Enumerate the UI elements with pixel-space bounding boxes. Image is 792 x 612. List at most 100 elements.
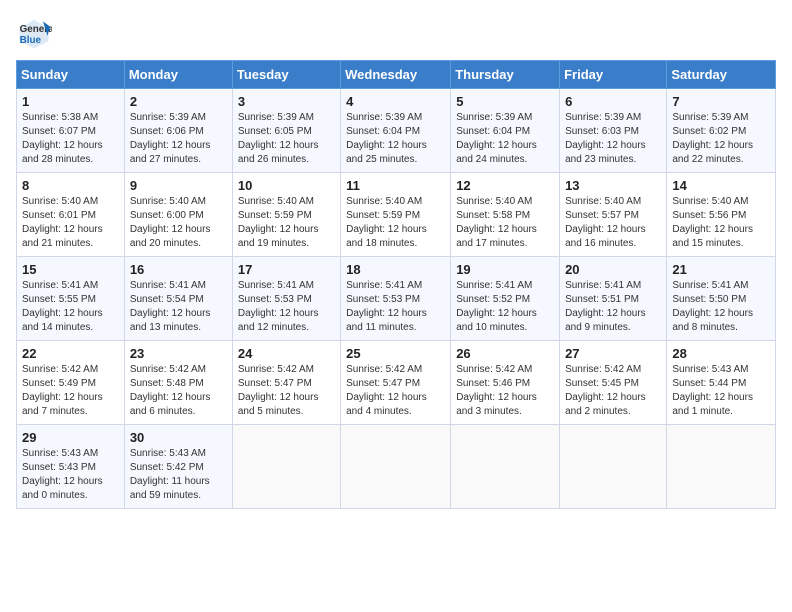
day-number: 11 <box>346 178 445 193</box>
calendar-cell: 2 Sunrise: 5:39 AMSunset: 6:06 PMDaylight… <box>124 89 232 173</box>
day-number: 27 <box>565 346 661 361</box>
day-number: 4 <box>346 94 445 109</box>
day-number: 16 <box>130 262 227 277</box>
day-detail: Sunrise: 5:40 AMSunset: 5:59 PMDaylight:… <box>238 195 335 251</box>
calendar-cell: 9 Sunrise: 5:40 AMSunset: 6:00 PMDaylight… <box>124 173 232 257</box>
calendar-cell: 4 Sunrise: 5:39 AMSunset: 6:04 PMDaylight… <box>341 89 451 173</box>
calendar-week-2: 8 Sunrise: 5:40 AMSunset: 6:01 PMDaylight… <box>17 173 776 257</box>
day-detail: Sunrise: 5:41 AMSunset: 5:55 PMDaylight:… <box>22 279 119 335</box>
calendar-cell: 22 Sunrise: 5:42 AMSunset: 5:49 PMDayligh… <box>17 341 125 425</box>
calendar-cell: 8 Sunrise: 5:40 AMSunset: 6:01 PMDaylight… <box>17 173 125 257</box>
calendar-cell <box>341 425 451 509</box>
day-detail: Sunrise: 5:39 AMSunset: 6:04 PMDaylight:… <box>346 111 445 167</box>
weekday-header-tuesday: Tuesday <box>232 61 340 89</box>
day-number: 19 <box>456 262 554 277</box>
weekday-header-saturday: Saturday <box>667 61 776 89</box>
day-number: 3 <box>238 94 335 109</box>
weekday-header-sunday: Sunday <box>17 61 125 89</box>
svg-text:Blue: Blue <box>20 35 42 46</box>
calendar-header: SundayMondayTuesdayWednesdayThursdayFrid… <box>17 61 776 89</box>
calendar-table: SundayMondayTuesdayWednesdayThursdayFrid… <box>16 60 776 509</box>
calendar-cell: 28 Sunrise: 5:43 AMSunset: 5:44 PMDayligh… <box>667 341 776 425</box>
day-number: 8 <box>22 178 119 193</box>
calendar-cell <box>560 425 667 509</box>
day-detail: Sunrise: 5:42 AMSunset: 5:46 PMDaylight:… <box>456 363 554 419</box>
day-detail: Sunrise: 5:43 AMSunset: 5:44 PMDaylight:… <box>672 363 770 419</box>
day-number: 15 <box>22 262 119 277</box>
day-detail: Sunrise: 5:42 AMSunset: 5:47 PMDaylight:… <box>346 363 445 419</box>
day-number: 21 <box>672 262 770 277</box>
weekday-header-wednesday: Wednesday <box>341 61 451 89</box>
calendar-cell <box>232 425 340 509</box>
day-number: 22 <box>22 346 119 361</box>
day-detail: Sunrise: 5:42 AMSunset: 5:49 PMDaylight:… <box>22 363 119 419</box>
day-number: 25 <box>346 346 445 361</box>
calendar-cell: 15 Sunrise: 5:41 AMSunset: 5:55 PMDayligh… <box>17 257 125 341</box>
logo: General Blue <box>16 16 56 52</box>
calendar-cell: 30Sunrise: 5:43 AMSunset: 5:42 PMDayligh… <box>124 425 232 509</box>
calendar-cell <box>451 425 560 509</box>
calendar-cell: 14Sunrise: 5:40 AMSunset: 5:56 PMDayligh… <box>667 173 776 257</box>
calendar-cell: 29Sunrise: 5:43 AMSunset: 5:43 PMDayligh… <box>17 425 125 509</box>
day-number: 29 <box>22 430 119 445</box>
day-detail: Sunrise: 5:40 AMSunset: 6:00 PMDaylight:… <box>130 195 227 251</box>
day-detail: Sunrise: 5:41 AMSunset: 5:53 PMDaylight:… <box>346 279 445 335</box>
calendar-week-3: 15 Sunrise: 5:41 AMSunset: 5:55 PMDayligh… <box>17 257 776 341</box>
day-detail: Sunrise: 5:43 AMSunset: 5:42 PMDaylight:… <box>130 447 227 503</box>
day-detail: Sunrise: 5:42 AMSunset: 5:47 PMDaylight:… <box>238 363 335 419</box>
day-number: 28 <box>672 346 770 361</box>
day-number: 17 <box>238 262 335 277</box>
calendar-cell: 7Sunrise: 5:39 AMSunset: 6:02 PMDaylight… <box>667 89 776 173</box>
calendar-cell: 12 Sunrise: 5:40 AMSunset: 5:58 PMDayligh… <box>451 173 560 257</box>
day-detail: Sunrise: 5:40 AMSunset: 5:59 PMDaylight:… <box>346 195 445 251</box>
weekday-header-friday: Friday <box>560 61 667 89</box>
day-number: 23 <box>130 346 227 361</box>
calendar-cell: 3 Sunrise: 5:39 AMSunset: 6:05 PMDaylight… <box>232 89 340 173</box>
day-number: 24 <box>238 346 335 361</box>
day-number: 20 <box>565 262 661 277</box>
calendar-cell: 26 Sunrise: 5:42 AMSunset: 5:46 PMDayligh… <box>451 341 560 425</box>
day-detail: Sunrise: 5:41 AMSunset: 5:51 PMDaylight:… <box>565 279 661 335</box>
day-number: 9 <box>130 178 227 193</box>
day-number: 12 <box>456 178 554 193</box>
calendar-cell: 23Sunrise: 5:42 AMSunset: 5:48 PMDayligh… <box>124 341 232 425</box>
calendar-cell: 21 Sunrise: 5:41 AMSunset: 5:50 PMDayligh… <box>667 257 776 341</box>
day-number: 5 <box>456 94 554 109</box>
day-detail: Sunrise: 5:39 AMSunset: 6:06 PMDaylight:… <box>130 111 227 167</box>
day-detail: Sunrise: 5:40 AMSunset: 5:56 PMDaylight:… <box>672 195 770 251</box>
day-detail: Sunrise: 5:38 AMSunset: 6:07 PMDaylight:… <box>22 111 119 167</box>
calendar-cell: 25 Sunrise: 5:42 AMSunset: 5:47 PMDayligh… <box>341 341 451 425</box>
day-detail: Sunrise: 5:39 AMSunset: 6:04 PMDaylight:… <box>456 111 554 167</box>
day-number: 26 <box>456 346 554 361</box>
day-detail: Sunrise: 5:39 AMSunset: 6:02 PMDaylight:… <box>672 111 770 167</box>
calendar-cell: 13Sunrise: 5:40 AMSunset: 5:57 PMDayligh… <box>560 173 667 257</box>
day-number: 2 <box>130 94 227 109</box>
calendar-cell: 1 Sunrise: 5:38 AMSunset: 6:07 PMDaylight… <box>17 89 125 173</box>
day-number: 6 <box>565 94 661 109</box>
calendar-week-1: 1 Sunrise: 5:38 AMSunset: 6:07 PMDaylight… <box>17 89 776 173</box>
day-detail: Sunrise: 5:41 AMSunset: 5:50 PMDaylight:… <box>672 279 770 335</box>
weekday-header-monday: Monday <box>124 61 232 89</box>
day-number: 18 <box>346 262 445 277</box>
calendar-cell: 16 Sunrise: 5:41 AMSunset: 5:54 PMDayligh… <box>124 257 232 341</box>
day-detail: Sunrise: 5:42 AMSunset: 5:45 PMDaylight:… <box>565 363 661 419</box>
day-detail: Sunrise: 5:40 AMSunset: 6:01 PMDaylight:… <box>22 195 119 251</box>
page-header: General Blue <box>16 16 776 52</box>
calendar-cell: 18 Sunrise: 5:41 AMSunset: 5:53 PMDayligh… <box>341 257 451 341</box>
calendar-cell: 24 Sunrise: 5:42 AMSunset: 5:47 PMDayligh… <box>232 341 340 425</box>
day-detail: Sunrise: 5:41 AMSunset: 5:53 PMDaylight:… <box>238 279 335 335</box>
day-number: 10 <box>238 178 335 193</box>
day-number: 13 <box>565 178 661 193</box>
calendar-cell: 5 Sunrise: 5:39 AMSunset: 6:04 PMDaylight… <box>451 89 560 173</box>
day-detail: Sunrise: 5:39 AMSunset: 6:03 PMDaylight:… <box>565 111 661 167</box>
calendar-cell: 6 Sunrise: 5:39 AMSunset: 6:03 PMDaylight… <box>560 89 667 173</box>
calendar-cell: 10 Sunrise: 5:40 AMSunset: 5:59 PMDayligh… <box>232 173 340 257</box>
calendar-cell: 11 Sunrise: 5:40 AMSunset: 5:59 PMDayligh… <box>341 173 451 257</box>
day-detail: Sunrise: 5:40 AMSunset: 5:58 PMDaylight:… <box>456 195 554 251</box>
day-number: 1 <box>22 94 119 109</box>
day-detail: Sunrise: 5:39 AMSunset: 6:05 PMDaylight:… <box>238 111 335 167</box>
calendar-cell <box>667 425 776 509</box>
calendar-cell: 17 Sunrise: 5:41 AMSunset: 5:53 PMDayligh… <box>232 257 340 341</box>
day-detail: Sunrise: 5:41 AMSunset: 5:54 PMDaylight:… <box>130 279 227 335</box>
calendar-cell: 20 Sunrise: 5:41 AMSunset: 5:51 PMDayligh… <box>560 257 667 341</box>
